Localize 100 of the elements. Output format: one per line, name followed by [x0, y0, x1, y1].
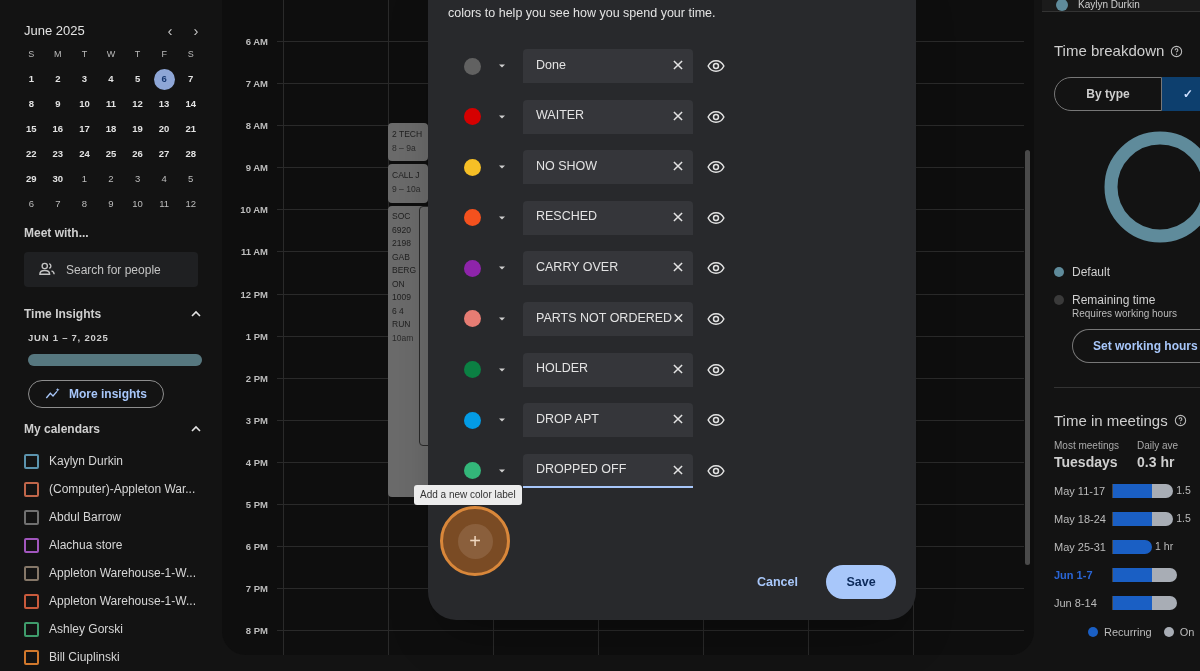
- calendar-day[interactable]: 21: [180, 119, 202, 140]
- calendar-day[interactable]: 4: [153, 169, 175, 190]
- calendar-day[interactable]: 17: [73, 119, 95, 140]
- label-name-field[interactable]: RESCHED: [523, 200, 693, 235]
- calendar-day[interactable]: 13: [153, 94, 175, 115]
- calendar-name[interactable]: Ashley Gorski: [49, 620, 124, 638]
- close-icon: [671, 412, 685, 427]
- calendar-name[interactable]: Appleton Warehouse-1-W...: [49, 564, 196, 582]
- calendar-day[interactable]: 8: [73, 194, 95, 215]
- label-name-field[interactable]: Done: [523, 49, 693, 83]
- event-text: 9 – 10a: [392, 183, 422, 196]
- calendar-day[interactable]: 5: [180, 169, 202, 190]
- calendar-day[interactable]: 9: [100, 194, 122, 215]
- calendar-day[interactable]: 9: [47, 94, 69, 115]
- close-icon: [671, 462, 685, 477]
- calendar-day[interactable]: 4: [100, 69, 122, 90]
- calendar-day[interactable]: 28: [180, 144, 202, 165]
- label-name-field[interactable]: DROP APT: [523, 403, 693, 438]
- calendar-day[interactable]: 2: [100, 169, 122, 190]
- calendar-checkbox[interactable]: [24, 453, 39, 469]
- calendar-checkbox[interactable]: [24, 509, 39, 525]
- calendar-day[interactable]: 18: [100, 119, 122, 140]
- calendar-day[interactable]: 2: [47, 69, 69, 90]
- calendar-checkbox[interactable]: [24, 621, 39, 637]
- calendar-day[interactable]: 11: [100, 94, 122, 115]
- calendar-day[interactable]: 1: [20, 69, 42, 90]
- calendar-day[interactable]: 5: [127, 69, 149, 90]
- calendar-day[interactable]: 15: [20, 119, 42, 140]
- calendar-name[interactable]: (Computer)-Appleton War...: [49, 480, 196, 498]
- cancel-button[interactable]: Cancel: [745, 565, 810, 599]
- weekday-label: S: [186, 48, 195, 62]
- calendar-day[interactable]: 3: [73, 69, 95, 90]
- calendar-name[interactable]: Bill Ciuplinski: [49, 648, 120, 666]
- calendar-day[interactable]: 1: [73, 169, 95, 190]
- calendar-day[interactable]: 23: [47, 144, 69, 165]
- close-icon: [671, 361, 685, 376]
- calendar-name[interactable]: Abdul Barrow: [49, 508, 122, 526]
- calendar-day[interactable]: 19: [127, 119, 149, 140]
- calendar-day[interactable]: 14: [180, 94, 202, 115]
- calendar-day[interactable]: 7: [47, 194, 69, 215]
- calendar-day[interactable]: 16: [47, 119, 69, 140]
- calendar-day[interactable]: 29: [20, 169, 42, 190]
- save-button[interactable]: Save: [826, 565, 896, 599]
- event-text: 2 TECH: [392, 128, 424, 141]
- previous-month-button[interactable]: ‹: [162, 23, 178, 39]
- calendar-checkbox[interactable]: [24, 537, 39, 553]
- toggle-option[interactable]: ✓: [1162, 76, 1200, 111]
- event-text: 2198: [392, 237, 412, 250]
- calendar-day[interactable]: 6: [153, 69, 175, 90]
- weekday-label: S: [27, 48, 36, 62]
- calendar-name[interactable]: Appleton Warehouse-1-W...: [49, 592, 196, 610]
- label-name-field[interactable]: NO SHOW: [523, 150, 693, 185]
- hour-label: 8 AM: [244, 119, 268, 132]
- calendar-checkbox[interactable]: [24, 593, 39, 609]
- hour-label: 12 PM: [239, 287, 268, 300]
- calendar-day[interactable]: 10: [127, 194, 149, 215]
- calendar-day[interactable]: 10: [73, 94, 95, 115]
- add-label-button[interactable]: +: [457, 523, 493, 559]
- next-month-button[interactable]: ›: [188, 23, 204, 39]
- week-label[interactable]: May 11-17: [1054, 482, 1112, 500]
- calendar-day[interactable]: 7: [180, 69, 202, 90]
- label-name-field[interactable]: HOLDER: [523, 352, 693, 387]
- section-title: Meet with...: [24, 225, 90, 242]
- calendar-day[interactable]: 20: [153, 119, 175, 140]
- calendar-day[interactable]: 12: [127, 94, 149, 115]
- calendar-day[interactable]: 26: [127, 144, 149, 165]
- search-field[interactable]: Search for people: [24, 252, 198, 287]
- calendar-day[interactable]: 25: [100, 144, 122, 165]
- calendar-checkbox[interactable]: [24, 565, 39, 581]
- calendar-name[interactable]: Kaylyn Durkin: [49, 452, 124, 470]
- label-name-field[interactable]: WAITER: [523, 99, 693, 134]
- label-name-field[interactable]: PARTS NOT ORDERED: [523, 301, 693, 336]
- calendar-day[interactable]: 3: [127, 169, 149, 190]
- week-label[interactable]: Jun 8-14: [1054, 594, 1112, 612]
- scrollbar[interactable]: [1025, 150, 1030, 565]
- event-text: 6 4: [392, 304, 405, 318]
- calendar-checkbox[interactable]: [24, 649, 39, 665]
- week-label[interactable]: May 25-31: [1054, 538, 1112, 556]
- close-icon: [671, 108, 685, 123]
- bar-value: 1.5: [1176, 511, 1191, 527]
- week-label[interactable]: May 18-24: [1054, 510, 1112, 528]
- calendar-day[interactable]: 8: [20, 94, 42, 115]
- calendar-day[interactable]: 6: [20, 194, 42, 215]
- label-name-field[interactable]: CARRY OVER: [523, 251, 693, 286]
- calendar-name[interactable]: Alachua store: [49, 536, 123, 554]
- calendar-day[interactable]: 12: [180, 194, 202, 215]
- label-name-field[interactable]: DROPPED OFF: [523, 453, 693, 488]
- week-label[interactable]: Jun 1-7: [1054, 566, 1112, 584]
- calendar-day[interactable]: 27: [153, 144, 175, 165]
- hour-label: 7 AM: [244, 77, 268, 90]
- calendar-selector[interactable]: Kaylyn Durkin: [1042, 0, 1200, 12]
- calendar-day[interactable]: 24: [73, 144, 95, 165]
- legend-label: Remaining time: [1072, 292, 1157, 307]
- hour-label: 7 PM: [244, 582, 268, 595]
- calendar-day[interactable]: 30: [47, 169, 69, 190]
- calendar-day[interactable]: 11: [153, 194, 175, 215]
- calendar-checkbox[interactable]: [24, 481, 39, 497]
- calendar-day[interactable]: 22: [20, 144, 42, 165]
- hour-label: 9 AM: [244, 161, 268, 174]
- eye-icon: [707, 57, 725, 75]
